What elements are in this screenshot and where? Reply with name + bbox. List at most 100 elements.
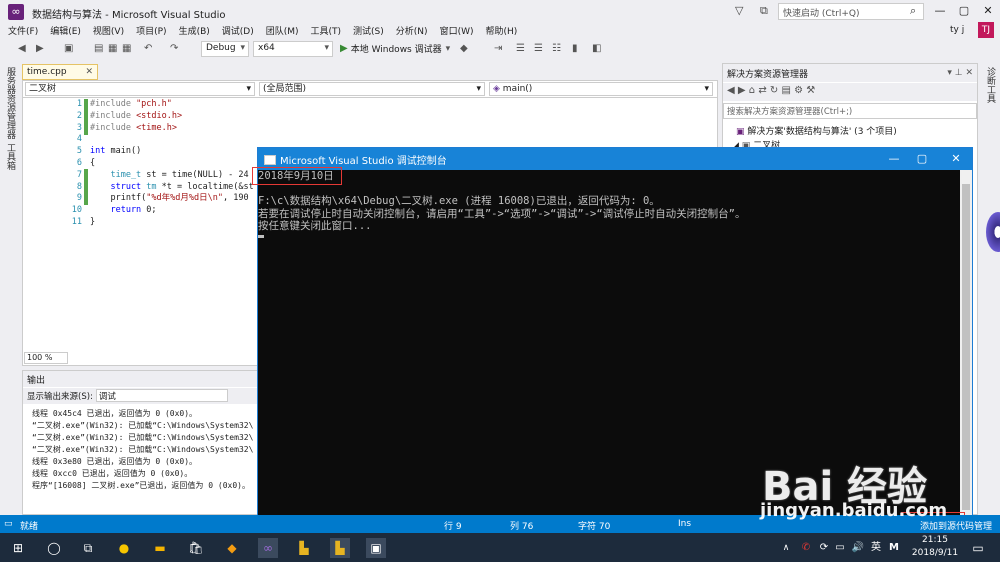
store-icon[interactable]: 🛍 — [186, 538, 206, 558]
back-icon[interactable]: ◀ — [727, 85, 735, 96]
menu-window[interactable]: 窗口(W) — [440, 24, 474, 37]
redo-icon[interactable]: ↷ — [170, 43, 178, 54]
screen: ∞ 数据结构与算法 - Microsoft Visual Studio ▽ ⧉ … — [0, 0, 1000, 562]
taskbar-clock[interactable]: 21:15 2018/9/11 — [905, 534, 965, 561]
visual-studio-taskbar-icon[interactable]: ∞ — [258, 538, 278, 558]
file-explorer-icon[interactable]: ▬ — [150, 538, 170, 558]
menu-team[interactable]: 团队(M) — [266, 24, 299, 37]
sync-icon[interactable]: ⇄ — [758, 85, 766, 96]
configuration-select[interactable]: Debug — [201, 41, 249, 57]
menu-test[interactable]: 测试(S) — [353, 24, 384, 37]
forward-icon[interactable]: ▶ — [36, 43, 44, 54]
save-icon[interactable]: ▦ — [108, 43, 117, 54]
status-col: 列 76 — [510, 522, 534, 532]
new-project-icon[interactable]: ▣ — [64, 43, 73, 54]
output-line: 程序“[16008] 二叉树.exe”已退出，返回值为 0 (0x0)。 — [32, 481, 250, 490]
console-minimize-button[interactable]: — — [880, 148, 908, 170]
browser-link-icon[interactable]: ◆ — [460, 43, 468, 54]
ime-indicator[interactable]: 英 — [866, 538, 886, 558]
menu-tools[interactable]: 工具(T) — [311, 24, 342, 37]
comment-icon[interactable]: ☷ — [552, 43, 561, 54]
line-number: 5 — [76, 146, 82, 157]
collapse-icon[interactable]: ▤ — [781, 85, 790, 96]
line-number: 4 — [76, 134, 82, 145]
align-icon[interactable]: ☰ — [516, 43, 525, 54]
app-icon-2[interactable]: ▙ — [294, 538, 314, 558]
console-close-button[interactable]: ✕ — [942, 148, 970, 170]
avatar[interactable]: TJ — [978, 22, 994, 38]
server-explorer-tab[interactable]: 服务器资源管理器 — [4, 67, 17, 139]
battery-icon[interactable]: ▭ — [830, 538, 850, 558]
chevron-down-icon[interactable]: ▾ — [446, 44, 451, 54]
menu-edit[interactable]: 编辑(E) — [50, 24, 81, 37]
home-icon[interactable]: ⌂ — [749, 85, 755, 96]
indent-icon[interactable]: ☰ — [534, 43, 543, 54]
forward-icon[interactable]: ▶ — [738, 85, 746, 96]
output-source-select[interactable]: 调试 — [95, 389, 228, 402]
navigation-bar: 二叉树 ▾ (全局范围) ▾ ◈ main() ▾ — [23, 81, 717, 98]
pin-icon[interactable]: ▾ ⊥ ✕ — [947, 68, 973, 78]
project-nav-label: 二叉树 — [29, 84, 57, 94]
close-button[interactable]: ✕ — [976, 2, 1000, 20]
save-all-icon[interactable]: ▦ — [122, 43, 131, 54]
undo-icon[interactable]: ↶ — [144, 43, 152, 54]
bookmark-prev-icon[interactable]: ◧ — [592, 43, 601, 54]
code-token: 0; — [146, 205, 157, 216]
menu-analyze[interactable]: 分析(N) — [396, 24, 428, 37]
menu-view[interactable]: 视图(V) — [93, 24, 124, 37]
bookmark-icon[interactable]: ▮ — [572, 43, 578, 54]
chevron-up-icon[interactable]: ∧ — [776, 538, 796, 558]
project-nav-select[interactable]: 二叉树 ▾ — [25, 82, 255, 96]
wrench-icon[interactable]: ⚒ — [806, 85, 815, 96]
solution-node[interactable]: ▣ 解决方案'数据结构与算法' (3 个项目) — [736, 124, 897, 137]
menu-build[interactable]: 生成(B) — [179, 24, 210, 37]
menu-file[interactable]: 文件(F) — [8, 24, 38, 37]
menu-help[interactable]: 帮助(H) — [485, 24, 517, 37]
browser-app-icon[interactable]: ● — [114, 538, 134, 558]
network-alert-icon[interactable]: ✆ — [796, 538, 816, 558]
solution-search-input[interactable]: 搜索解决方案资源管理器(Ctrl+;) — [723, 103, 977, 119]
code-line: #include "pch.h" — [90, 99, 390, 111]
console-maximize-button[interactable]: ▢ — [908, 148, 936, 170]
menu-debug[interactable]: 调试(D) — [222, 24, 254, 37]
properties-icon[interactable]: ⚙ — [794, 85, 803, 96]
diagnostic-tools-tab[interactable]: 诊断工具 — [984, 67, 997, 103]
start-debugging-button[interactable]: ▶ 本地 Windows 调试器 ▾ — [340, 42, 450, 55]
minimize-button[interactable]: — — [928, 2, 952, 20]
notification-icon[interactable]: ▭ — [968, 538, 988, 558]
console-line: 2018年9月10日 — [258, 170, 334, 182]
platform-select[interactable]: x64 — [253, 41, 333, 57]
back-icon[interactable]: ◀ — [18, 43, 26, 54]
maximize-button[interactable]: ▢ — [952, 2, 976, 20]
taskbar: ⊞ ◯ ⧉ ● ▬ 🛍 ◆ ∞ ▙ ▙ ▣ ∧ ✆ ⟳ ▭ 🔊 英 M ▭ — [0, 533, 1000, 562]
ime-mode-indicator[interactable]: M — [884, 538, 904, 558]
close-icon[interactable]: ✕ — [85, 67, 93, 77]
member-nav-select[interactable]: ◈ main() ▾ — [489, 82, 713, 96]
zoom-select[interactable]: 100 % — [24, 352, 68, 364]
volume-icon[interactable]: 🔊 — [848, 538, 868, 558]
console-taskbar-icon[interactable]: ▣ — [366, 538, 386, 558]
open-file-icon[interactable]: ▤ — [94, 43, 103, 54]
menu-project[interactable]: 项目(P) — [136, 24, 166, 37]
app-icon-3[interactable]: ▙ — [330, 538, 350, 558]
toolbox-tab[interactable]: 工具箱 — [4, 143, 17, 170]
app-icon[interactable]: ◆ — [222, 538, 242, 558]
scope-nav-select[interactable]: (全局范围) ▾ — [259, 82, 485, 96]
task-view-icon[interactable]: ⧉ — [78, 538, 98, 558]
refresh-icon[interactable]: ↻ — [770, 85, 778, 96]
console-title-bar[interactable]: Microsoft Visual Studio 调试控制台 — [258, 148, 972, 170]
windows-start-icon[interactable]: ⊞ — [8, 538, 28, 558]
search-icon[interactable]: ⌕ — [910, 4, 916, 18]
step-icon[interactable]: ⇥ — [494, 43, 502, 54]
tab-time-cpp[interactable]: time.cpp ✕ — [22, 64, 98, 80]
quick-launch-input[interactable]: 快速启动 (Ctrl+Q) — [778, 3, 924, 20]
member-nav-label: main() — [502, 84, 533, 94]
solution-explorer-title: 解决方案资源管理器 — [727, 69, 809, 80]
scrollbar-thumb[interactable] — [962, 184, 970, 510]
output-source-label: 显示输出来源(S): — [27, 392, 93, 402]
filter-icon[interactable]: ▽ — [735, 4, 743, 17]
user-name[interactable]: ty j — [950, 25, 964, 35]
cortana-icon[interactable]: ◯ — [44, 538, 64, 558]
console-scrollbar[interactable] — [960, 170, 972, 520]
feedback-icon[interactable]: ⧉ — [760, 4, 768, 18]
